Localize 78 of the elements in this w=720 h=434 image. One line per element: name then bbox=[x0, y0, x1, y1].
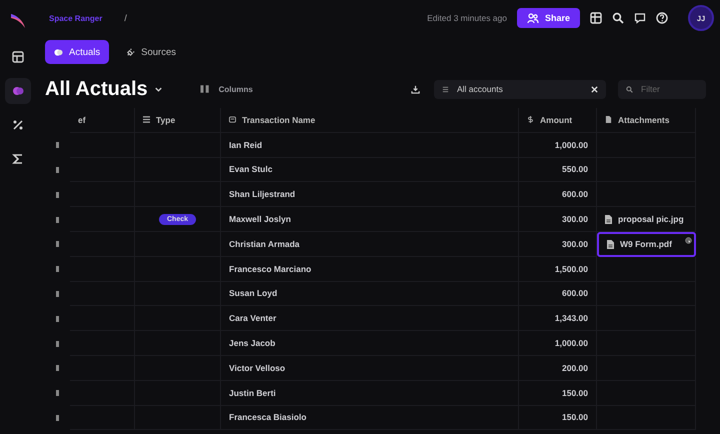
help-icon[interactable] bbox=[656, 12, 668, 24]
column-header[interactable]: Type bbox=[135, 108, 221, 133]
file-icon bbox=[607, 240, 614, 249]
table-cell: 300.00 bbox=[519, 232, 597, 257]
column-header[interactable]: Transaction Name bbox=[221, 108, 519, 133]
columns-button[interactable]: Columns bbox=[192, 82, 259, 96]
table-icon bbox=[12, 51, 24, 63]
attachment-link[interactable]: proposal pic.jpg bbox=[618, 214, 684, 224]
file-icon bbox=[605, 214, 612, 224]
columns-icon bbox=[198, 83, 211, 95]
table-cell[interactable]: W9 Form.pdf bbox=[597, 232, 696, 257]
share-button[interactable]: Share bbox=[516, 8, 580, 28]
table-cell: 1,000.00 bbox=[519, 132, 597, 158]
drag-handle[interactable] bbox=[56, 241, 59, 248]
logo-icon bbox=[9, 12, 27, 30]
table-cell: Evan Stulc bbox=[221, 158, 519, 182]
attachment-link[interactable]: W9 Form.pdf bbox=[620, 239, 672, 250]
tab[interactable]: Actuals bbox=[45, 40, 110, 64]
table-cell: 1,343.00 bbox=[519, 306, 597, 332]
percent-icon bbox=[12, 119, 24, 131]
table-cell: 1,000.00 bbox=[519, 331, 597, 356]
drag-handle[interactable] bbox=[56, 390, 59, 396]
table-cell: 550.00 bbox=[519, 158, 597, 182]
account-filter-label: All accounts bbox=[457, 84, 504, 94]
table-cell: Christian Armada bbox=[221, 232, 519, 257]
table-cell: 150.00 bbox=[519, 406, 597, 430]
search-icon bbox=[626, 86, 633, 92]
list-icon bbox=[442, 86, 449, 92]
comment-icon[interactable] bbox=[634, 12, 646, 24]
drag-handle[interactable] bbox=[56, 290, 59, 297]
tab[interactable]: Sources bbox=[117, 40, 186, 64]
table-cell: Francesco Marciano bbox=[221, 256, 519, 282]
table-cell[interactable]: proposal pic.jpg bbox=[597, 207, 696, 232]
breadcrumb-separator: / bbox=[124, 13, 127, 23]
table-cell: Jens Jacob bbox=[221, 331, 519, 356]
column-header[interactable]: Amount bbox=[519, 108, 597, 133]
table-cell: Ian Reid bbox=[221, 132, 519, 158]
table-cell: Justin Berti bbox=[221, 380, 519, 406]
list-icon bbox=[143, 116, 150, 124]
sigma-icon bbox=[12, 153, 24, 165]
table-cell: Victor Velloso bbox=[221, 356, 519, 381]
drag-handle[interactable] bbox=[56, 340, 59, 347]
drag-handle[interactable] bbox=[56, 316, 59, 322]
table-cell: 300.00 bbox=[519, 207, 597, 232]
people-icon bbox=[526, 12, 539, 24]
download-icon[interactable] bbox=[411, 84, 420, 94]
table-cell: Francesca Biasiolo bbox=[221, 406, 519, 430]
table-cell: Susan Loyd bbox=[221, 282, 519, 306]
drag-handle[interactable] bbox=[56, 142, 59, 148]
text-icon bbox=[229, 116, 236, 124]
table-cell: 600.00 bbox=[519, 282, 597, 306]
table-cell: 1,500.00 bbox=[519, 256, 597, 282]
column-header[interactable]: Attachments bbox=[597, 108, 696, 133]
table-add-icon[interactable] bbox=[590, 12, 602, 24]
table-cell: 200.00 bbox=[519, 356, 597, 381]
cursor-icon bbox=[685, 236, 692, 245]
close-icon[interactable] bbox=[591, 86, 598, 92]
chevron-down-icon[interactable] bbox=[154, 84, 163, 94]
drag-handle[interactable] bbox=[56, 414, 59, 421]
table-cell: 150.00 bbox=[519, 380, 597, 406]
edited-status: Edited 3 minutes ago bbox=[427, 13, 507, 23]
account-filter[interactable]: All accounts bbox=[434, 80, 606, 98]
drag-handle[interactable] bbox=[56, 166, 59, 173]
column-header[interactable]: ef bbox=[70, 108, 135, 133]
drag-handle[interactable] bbox=[56, 216, 59, 223]
table-cell: Shan Liljestrand bbox=[221, 182, 519, 208]
coins-nav-item[interactable] bbox=[5, 78, 31, 104]
drag-handle[interactable] bbox=[56, 365, 59, 372]
search-icon[interactable] bbox=[612, 12, 624, 24]
file-icon bbox=[605, 116, 612, 124]
filter-field[interactable]: Filter bbox=[618, 80, 706, 98]
table-cell: Cara Venter bbox=[221, 306, 519, 332]
money-icon bbox=[527, 116, 534, 124]
table-cell: Maxwell Joslyn bbox=[221, 207, 519, 232]
table-cell: 600.00 bbox=[519, 182, 597, 208]
view-title: All Actuals bbox=[45, 78, 148, 100]
drag-handle[interactable] bbox=[56, 192, 59, 198]
drag-handle[interactable] bbox=[56, 266, 59, 272]
